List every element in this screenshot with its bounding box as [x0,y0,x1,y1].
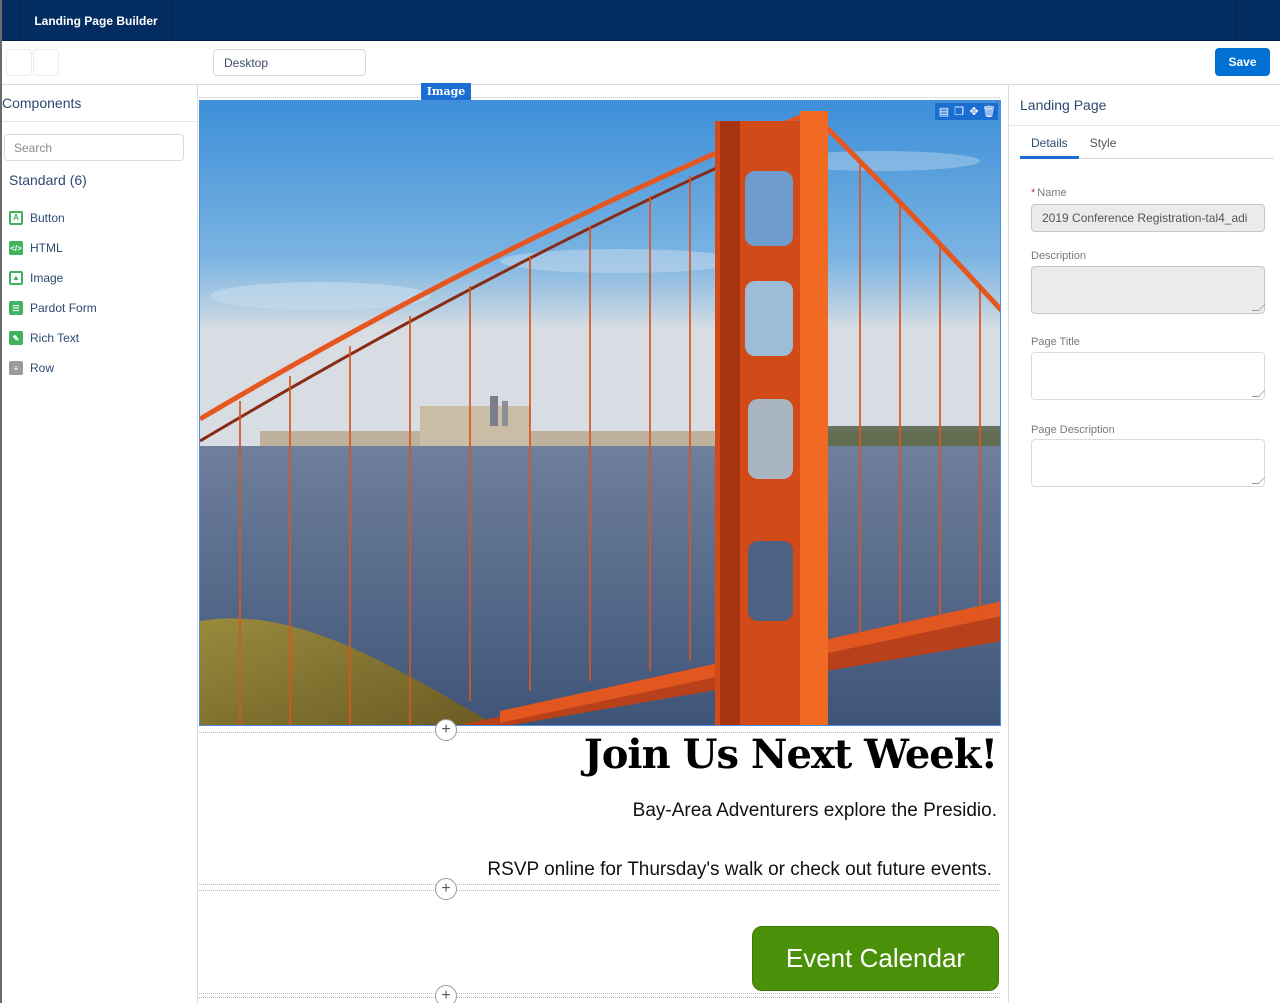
component-item-html[interactable]: </> HTML [9,233,97,263]
divider [1009,125,1280,126]
page-canvas: Image ▤ ❐ ✥ 🗑 + Join Us Next Week! Bay-A… [199,83,1008,1003]
component-list: A Button </> HTML ▲ Image ☰ Pardot Form … [9,203,97,383]
component-label: Row [30,361,55,375]
delete-icon[interactable]: 🗑 [982,106,996,118]
component-label: HTML [30,241,63,255]
tab-style[interactable]: Style [1079,133,1128,159]
save-button[interactable]: Save [1215,48,1270,76]
component-label: Button [30,211,65,225]
redo-button[interactable] [33,49,59,76]
component-item-rich-text[interactable]: ✎ Rich Text [9,323,97,353]
builder-toolbar: Desktop [2,41,1280,85]
page-title-label: Page Title [1031,336,1080,348]
image-toolbar: ▤ ❐ ✥ 🗑 [935,103,998,120]
search-placeholder: Search [14,140,53,155]
components-sidebar: Components Search Standard (6) A Button … [2,85,198,1003]
image-icon: ▲ [9,271,23,285]
component-item-button[interactable]: A Button [9,203,97,233]
page-description-label: Page Description [1031,424,1115,436]
component-label: Rich Text [30,331,80,345]
device-select[interactable]: Desktop [213,49,366,76]
layout-icon[interactable]: ▤ [938,106,950,118]
event-calendar-button[interactable]: Event Calendar [752,926,999,991]
panel-title: Landing Page [1020,97,1107,113]
component-group-standard[interactable]: Standard (6) [9,172,87,188]
required-marker: * [1031,187,1036,199]
description-field[interactable] [1031,266,1265,314]
row-boundary [199,997,1000,998]
top-nav-bar: Landing Page Builder [2,0,1280,41]
name-label: * Name [1031,187,1067,199]
subtext-line-2: RSVP online for Thursday's walk or check… [487,859,992,880]
app-title: Landing Page Builder [34,13,158,28]
component-item-image[interactable]: ▲ Image [9,263,97,293]
duplicate-icon[interactable]: ❐ [953,106,965,118]
device-select-value: Desktop [224,55,269,70]
row-boundary [199,97,1000,98]
rich-text-component[interactable]: Join Us Next Week! Bay-Area Adventurers … [199,731,1000,886]
row-boundary [199,890,1000,891]
panel-tabs: Details Style [1020,133,1274,159]
properties-panel: Landing Page Details Style * Name 2019 Co… [1008,85,1280,1003]
components-title: Components [2,95,82,111]
row-boundary [199,884,1000,885]
nav-divider [1236,0,1237,41]
add-row-button[interactable]: + [435,719,457,741]
component-label: Image [30,271,64,285]
code-icon: </> [9,241,23,255]
image-component[interactable]: ▤ ❐ ✥ 🗑 [199,100,1001,726]
add-row-button[interactable]: + [435,985,457,1003]
row-boundary [199,993,1000,994]
button-icon: A [9,211,23,225]
page-description-field[interactable] [1031,439,1265,487]
component-label: Pardot Form [30,301,97,315]
page-title-field[interactable] [1031,352,1265,400]
search-input[interactable]: Search [4,134,184,161]
pencil-icon: ✎ [9,331,23,345]
undo-button[interactable] [6,49,32,76]
component-item-row[interactable]: ≡ Row [9,353,97,383]
headline-text: Join Us Next Week! [583,731,998,778]
component-item-pardot-form[interactable]: ☰ Pardot Form [9,293,97,323]
move-icon[interactable]: ✥ [968,106,980,118]
name-field-value: 2019 Conference Registration-tal4_adi [1042,211,1248,225]
add-row-button[interactable]: + [435,878,457,900]
name-field[interactable]: 2019 Conference Registration-tal4_adi [1031,204,1265,232]
divider [2,121,198,122]
bridge-image [200,101,1000,725]
form-icon: ☰ [9,301,23,315]
tab-details[interactable]: Details [1020,133,1079,159]
subtext-line-1: Bay-Area Adventurers explore the Presidi… [632,800,997,821]
row-icon: ≡ [9,361,23,375]
selected-component-label: Image [421,83,471,100]
description-label: Description [1031,250,1087,262]
app-title-tab[interactable]: Landing Page Builder [20,0,173,41]
